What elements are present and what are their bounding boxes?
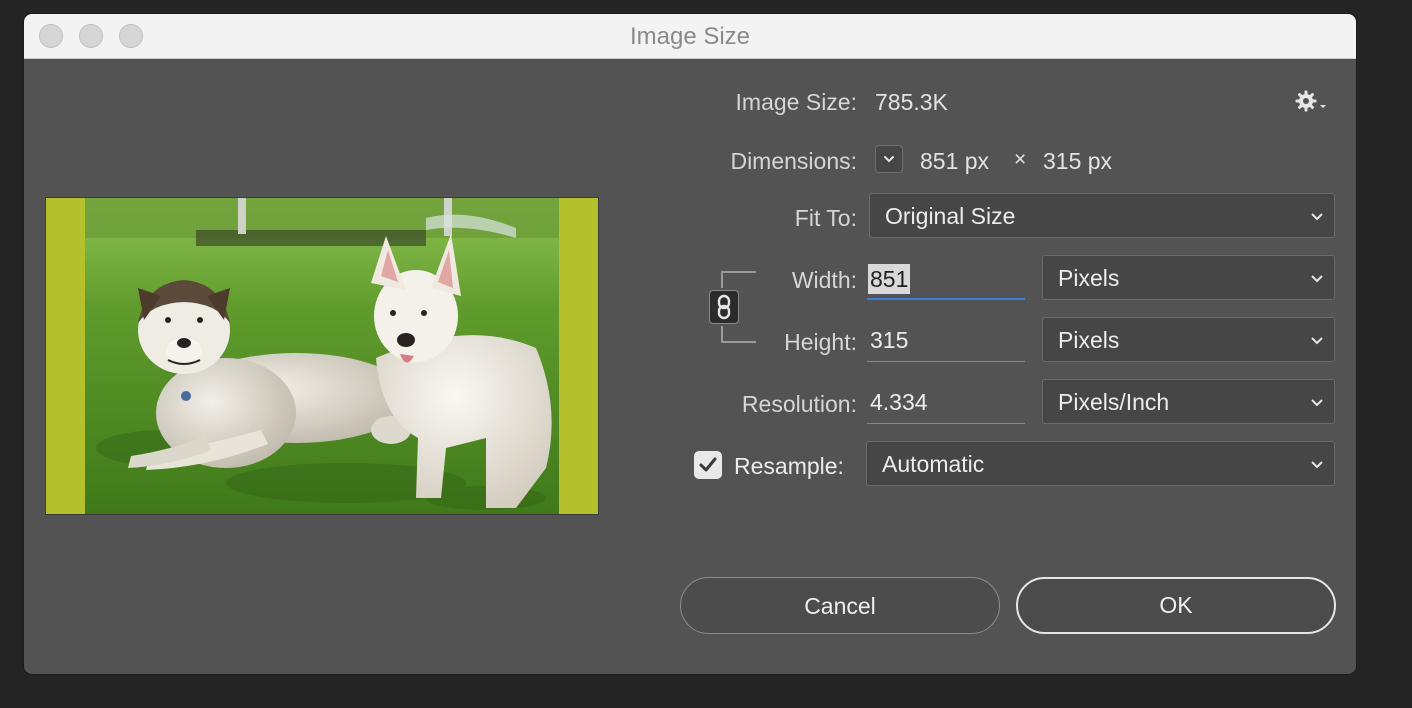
chevron-down-icon bbox=[884, 156, 894, 163]
title-bar: Image Size bbox=[24, 14, 1356, 59]
dimensions-units-button[interactable] bbox=[875, 145, 903, 173]
chain-link-icon bbox=[717, 294, 731, 320]
dimensions-width-value: 851 px bbox=[920, 148, 990, 174]
width-value: 851 bbox=[868, 264, 911, 294]
image-preview[interactable] bbox=[45, 197, 599, 515]
chevron-down-icon bbox=[1311, 337, 1323, 345]
height-value: 315 bbox=[870, 327, 909, 353]
chevron-down-icon bbox=[1311, 275, 1323, 283]
preview-image bbox=[46, 198, 598, 514]
image-size-dialog: Image Size Image Size: 785.3K Dimensions… bbox=[24, 14, 1356, 674]
resolution-unit-value: Pixels/Inch bbox=[1058, 389, 1170, 415]
resample-method-select[interactable]: Automatic bbox=[866, 441, 1335, 486]
height-input[interactable]: 315 bbox=[867, 318, 1025, 362]
constrain-proportions-button[interactable] bbox=[709, 290, 739, 324]
fit-to-select[interactable]: Original Size bbox=[869, 193, 1335, 238]
gear-icon bbox=[1295, 90, 1326, 112]
resolution-value: 4.334 bbox=[870, 389, 928, 415]
height-unit-value: Pixels bbox=[1058, 327, 1120, 353]
chevron-down-icon bbox=[1311, 461, 1323, 469]
width-unit-select[interactable]: Pixels bbox=[1042, 255, 1335, 300]
checkmark-icon bbox=[699, 457, 717, 472]
width-unit-value: Pixels bbox=[1058, 265, 1120, 291]
dimensions-height-value: 315 px bbox=[1043, 148, 1113, 174]
cancel-button[interactable]: Cancel bbox=[680, 577, 1000, 634]
dimensions-times-sign: × bbox=[1014, 148, 1027, 171]
height-unit-select[interactable]: Pixels bbox=[1042, 317, 1335, 362]
resample-method-value: Automatic bbox=[882, 451, 985, 477]
resolution-unit-select[interactable]: Pixels/Inch bbox=[1042, 379, 1335, 424]
resolution-input[interactable]: 4.334 bbox=[867, 380, 1025, 424]
width-input[interactable]: 851 bbox=[867, 256, 1025, 300]
image-size-label: Image Size: bbox=[735, 89, 857, 115]
height-label: Height: bbox=[784, 329, 857, 355]
settings-gear-button[interactable] bbox=[1294, 89, 1330, 113]
fit-to-label: Fit To: bbox=[794, 205, 857, 231]
ok-button[interactable]: OK bbox=[1016, 577, 1336, 634]
chevron-down-icon bbox=[1311, 399, 1323, 407]
fit-to-value: Original Size bbox=[885, 203, 1016, 229]
resolution-label: Resolution: bbox=[741, 391, 857, 417]
resample-label: Resample: bbox=[734, 453, 844, 479]
width-label: Width: bbox=[791, 267, 857, 293]
resample-checkbox[interactable] bbox=[694, 451, 722, 479]
dimensions-label: Dimensions: bbox=[730, 148, 857, 174]
image-size-value: 785.3K bbox=[875, 89, 948, 115]
chevron-down-icon bbox=[1311, 213, 1323, 221]
window-title: Image Size bbox=[629, 23, 751, 50]
